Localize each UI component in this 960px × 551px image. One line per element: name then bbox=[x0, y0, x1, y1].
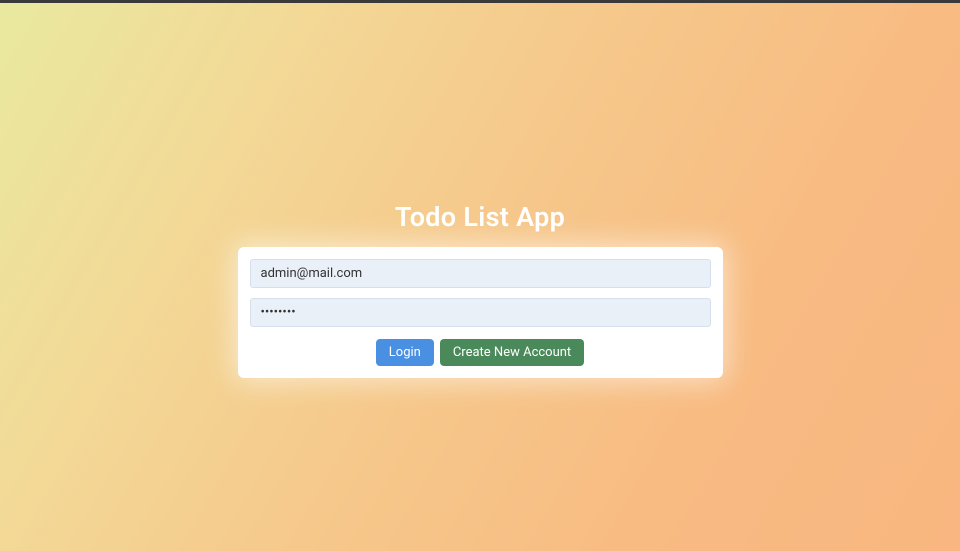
create-account-button[interactable]: Create New Account bbox=[440, 339, 584, 366]
app-title: Todo List App bbox=[395, 201, 565, 233]
email-input[interactable] bbox=[250, 259, 711, 288]
login-button[interactable]: Login bbox=[376, 339, 434, 366]
button-row: Login Create New Account bbox=[250, 339, 711, 366]
login-container: Todo List App Login Create New Account bbox=[0, 3, 960, 551]
login-card: Login Create New Account bbox=[238, 247, 723, 378]
password-input[interactable] bbox=[250, 298, 711, 327]
